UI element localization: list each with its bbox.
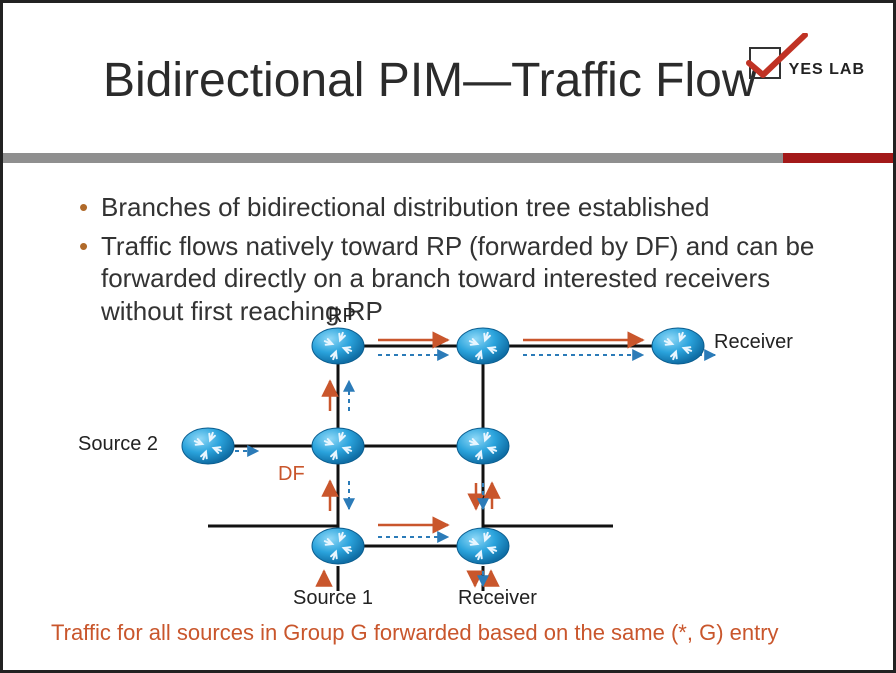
diagram-label: Source 1 <box>293 587 373 609</box>
router-icon <box>652 328 704 364</box>
router-icon <box>457 328 509 364</box>
diagram-label: Receiver <box>458 587 537 609</box>
diagram-label: Receiver <box>714 331 793 353</box>
network-diagram: RP Receiver Source 2 DF Source 1 Receiver <box>3 291 893 613</box>
router-icon <box>312 428 364 464</box>
slide-title: Bidirectional PIM—Traffic Flow <box>103 53 757 108</box>
router-icon <box>312 528 364 564</box>
router-icon <box>312 328 364 364</box>
slide: Bidirectional PIM—Traffic Flow YES LAB B… <box>0 0 896 673</box>
diagram-label: RP <box>328 305 356 327</box>
diagram-label: DF <box>278 463 305 485</box>
checkmark-icon <box>749 43 785 79</box>
router-icon <box>182 428 234 464</box>
divider <box>3 153 893 163</box>
diagram-label: Source 2 <box>78 433 158 455</box>
bullet-item: Branches of bidirectional distribution t… <box>79 191 857 224</box>
logo: YES LAB <box>749 43 865 79</box>
router-icon <box>457 428 509 464</box>
footer-text: Traffic for all sources in Group G forwa… <box>51 620 863 646</box>
router-icon <box>457 528 509 564</box>
